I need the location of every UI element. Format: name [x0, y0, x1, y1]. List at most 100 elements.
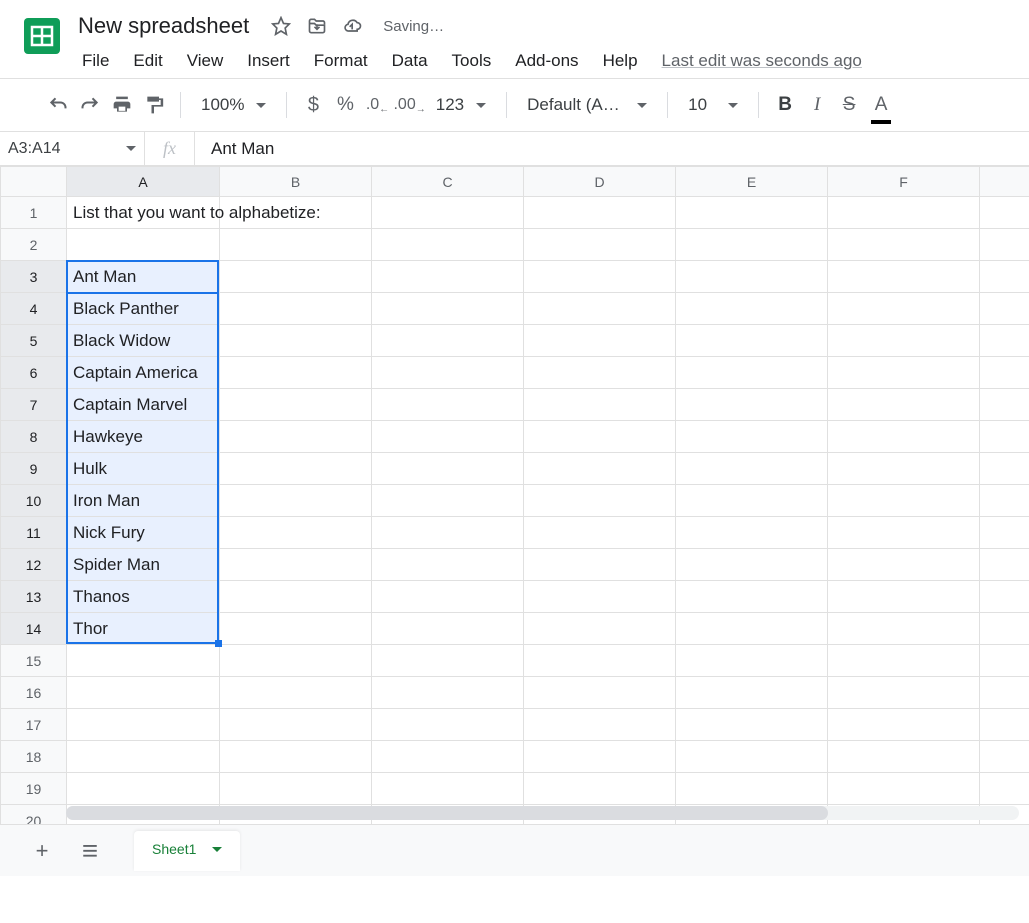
- cell-overflow[interactable]: [980, 293, 1029, 325]
- cell-E6[interactable]: [676, 357, 828, 389]
- menu-format[interactable]: Format: [302, 47, 380, 75]
- cell-E9[interactable]: [676, 453, 828, 485]
- cell-overflow[interactable]: [980, 549, 1029, 581]
- row-header-4[interactable]: 4: [1, 293, 67, 325]
- cell-F13[interactable]: [828, 581, 980, 613]
- decrease-decimal-button[interactable]: .0←: [361, 89, 393, 121]
- column-header-A[interactable]: A: [67, 167, 220, 197]
- row-header-20[interactable]: 20: [1, 805, 67, 825]
- cell-E15[interactable]: [676, 645, 828, 677]
- cell-A6[interactable]: Captain America: [67, 357, 220, 389]
- cell-D14[interactable]: [524, 613, 676, 645]
- cell-B4[interactable]: [220, 293, 372, 325]
- row-header-2[interactable]: 2: [1, 229, 67, 261]
- cell-C16[interactable]: [372, 677, 524, 709]
- cell-overflow[interactable]: [980, 453, 1029, 485]
- cell-B3[interactable]: [220, 261, 372, 293]
- cell-B13[interactable]: [220, 581, 372, 613]
- print-button[interactable]: [106, 89, 138, 121]
- cell-D13[interactable]: [524, 581, 676, 613]
- cell-D19[interactable]: [524, 773, 676, 805]
- last-edit-link[interactable]: Last edit was seconds ago: [662, 51, 862, 71]
- font-size-dropdown[interactable]: 10: [678, 89, 748, 121]
- cell-C12[interactable]: [372, 549, 524, 581]
- row-header-1[interactable]: 1: [1, 197, 67, 229]
- cell-D18[interactable]: [524, 741, 676, 773]
- cell-F14[interactable]: [828, 613, 980, 645]
- column-header-F[interactable]: F: [828, 167, 980, 197]
- cell-F5[interactable]: [828, 325, 980, 357]
- cell-B19[interactable]: [220, 773, 372, 805]
- cell-B12[interactable]: [220, 549, 372, 581]
- currency-button[interactable]: $: [297, 89, 329, 121]
- cell-E12[interactable]: [676, 549, 828, 581]
- cell-overflow[interactable]: [980, 613, 1029, 645]
- cell-A15[interactable]: [67, 645, 220, 677]
- cell-overflow[interactable]: [980, 197, 1029, 229]
- row-header-17[interactable]: 17: [1, 709, 67, 741]
- cell-F16[interactable]: [828, 677, 980, 709]
- row-header-8[interactable]: 8: [1, 421, 67, 453]
- cell-E17[interactable]: [676, 709, 828, 741]
- doc-title[interactable]: New spreadsheet: [72, 11, 255, 41]
- cell-B7[interactable]: [220, 389, 372, 421]
- row-header-19[interactable]: 19: [1, 773, 67, 805]
- row-header-18[interactable]: 18: [1, 741, 67, 773]
- row-header-10[interactable]: 10: [1, 485, 67, 517]
- cell-E4[interactable]: [676, 293, 828, 325]
- cell-overflow[interactable]: [980, 325, 1029, 357]
- cell-F17[interactable]: [828, 709, 980, 741]
- cell-D17[interactable]: [524, 709, 676, 741]
- row-header-6[interactable]: 6: [1, 357, 67, 389]
- cell-overflow[interactable]: [980, 645, 1029, 677]
- cell-C18[interactable]: [372, 741, 524, 773]
- name-box[interactable]: A3:A14: [0, 132, 145, 165]
- column-header-E[interactable]: E: [676, 167, 828, 197]
- cell-E10[interactable]: [676, 485, 828, 517]
- cell-B14[interactable]: [220, 613, 372, 645]
- cell-A2[interactable]: [67, 229, 220, 261]
- cell-F19[interactable]: [828, 773, 980, 805]
- menu-file[interactable]: File: [70, 47, 121, 75]
- cell-E13[interactable]: [676, 581, 828, 613]
- cell-D3[interactable]: [524, 261, 676, 293]
- row-header-3[interactable]: 3: [1, 261, 67, 293]
- cell-B15[interactable]: [220, 645, 372, 677]
- cell-B11[interactable]: [220, 517, 372, 549]
- redo-button[interactable]: [74, 89, 106, 121]
- cell-overflow[interactable]: [980, 261, 1029, 293]
- cell-C14[interactable]: [372, 613, 524, 645]
- cell-overflow[interactable]: [980, 389, 1029, 421]
- menu-help[interactable]: Help: [591, 47, 650, 75]
- cell-C13[interactable]: [372, 581, 524, 613]
- cell-overflow[interactable]: [980, 773, 1029, 805]
- cell-D16[interactable]: [524, 677, 676, 709]
- column-header-B[interactable]: B: [220, 167, 372, 197]
- strikethrough-button[interactable]: S: [833, 89, 865, 121]
- italic-button[interactable]: I: [801, 89, 833, 121]
- cell-F9[interactable]: [828, 453, 980, 485]
- row-header-7[interactable]: 7: [1, 389, 67, 421]
- cell-F11[interactable]: [828, 517, 980, 549]
- cell-A18[interactable]: [67, 741, 220, 773]
- cell-D5[interactable]: [524, 325, 676, 357]
- cell-C11[interactable]: [372, 517, 524, 549]
- cell-C17[interactable]: [372, 709, 524, 741]
- paint-format-button[interactable]: [138, 89, 170, 121]
- cell-A17[interactable]: [67, 709, 220, 741]
- add-sheet-button[interactable]: +: [20, 831, 64, 871]
- cell-B8[interactable]: [220, 421, 372, 453]
- cell-D9[interactable]: [524, 453, 676, 485]
- cell-D4[interactable]: [524, 293, 676, 325]
- cell-E16[interactable]: [676, 677, 828, 709]
- cell-E7[interactable]: [676, 389, 828, 421]
- cell-B9[interactable]: [220, 453, 372, 485]
- menu-edit[interactable]: Edit: [121, 47, 174, 75]
- cell-overflow[interactable]: [980, 517, 1029, 549]
- cell-overflow[interactable]: [980, 229, 1029, 261]
- cell-E11[interactable]: [676, 517, 828, 549]
- cell-E5[interactable]: [676, 325, 828, 357]
- cell-D7[interactable]: [524, 389, 676, 421]
- cell-A1[interactable]: List that you want to alphabetize:: [67, 197, 220, 229]
- cell-C9[interactable]: [372, 453, 524, 485]
